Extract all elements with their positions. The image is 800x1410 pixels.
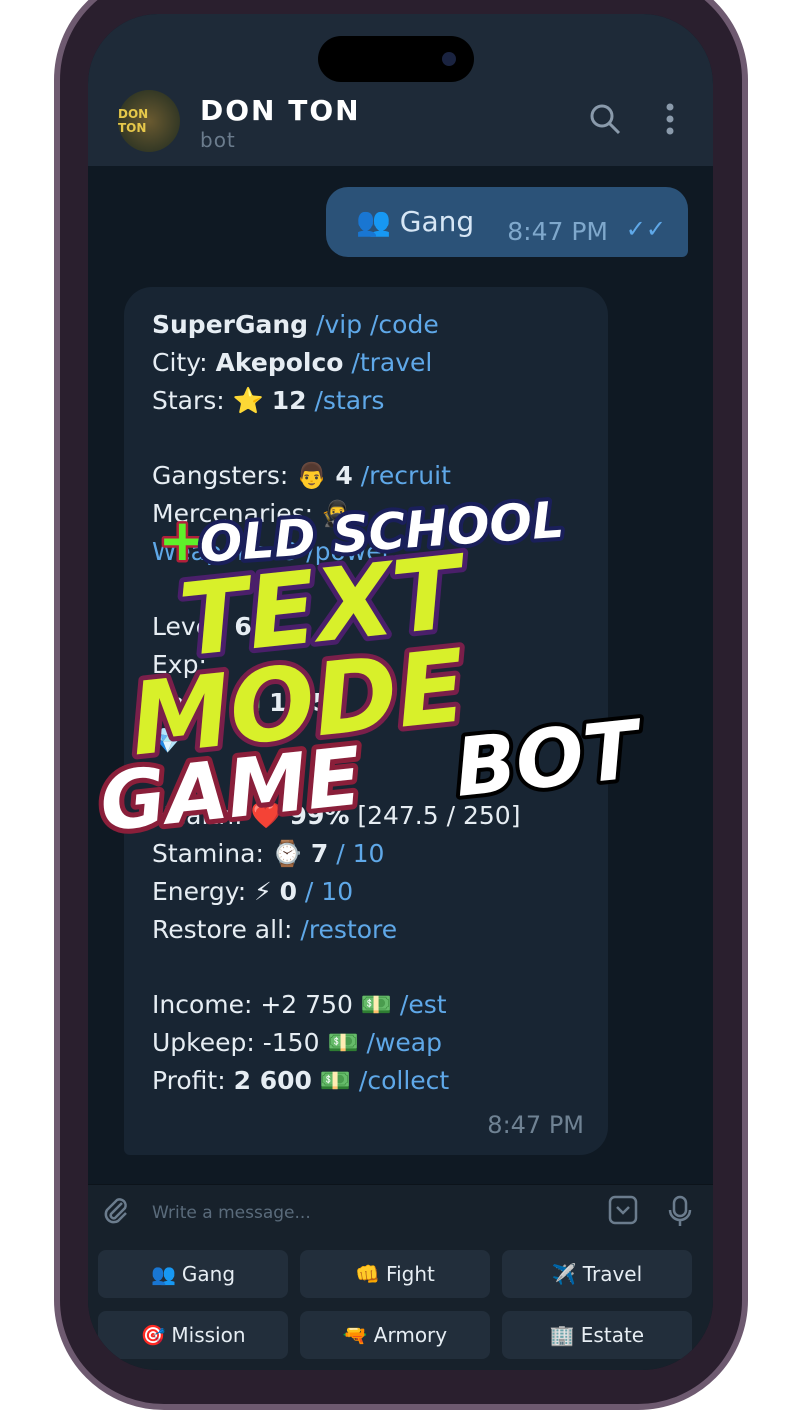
message-line: Mercenaries: 🥷 xyxy=(152,495,580,533)
microphone-icon[interactable] xyxy=(668,1195,692,1234)
message-line: City: Akepolco /travel xyxy=(152,344,580,382)
bot-keyboard-icon[interactable] xyxy=(608,1195,638,1232)
line-text: 0 xyxy=(279,876,297,906)
button-label: Travel xyxy=(582,1262,643,1286)
keyboard-button-gang[interactable]: 👥 Gang xyxy=(98,1250,288,1298)
message-time: 8:47 PM xyxy=(487,1111,584,1140)
line-text: 99% xyxy=(289,801,350,831)
gang-emoji: 👥 xyxy=(356,205,391,238)
keyboard-button-mission[interactable]: 🎯 Mission xyxy=(98,1311,288,1359)
outgoing-message[interactable]: 👥 Gang 8:47 PM ✓✓ xyxy=(326,187,688,257)
message-line: Stars: ⭐ 12 /stars xyxy=(152,382,580,420)
line-text: Stamina: ⌚ xyxy=(152,839,311,869)
more-vertical-icon[interactable] xyxy=(664,102,676,144)
line-text: Profit: xyxy=(152,1065,234,1095)
command-link[interactable]: /weap xyxy=(367,1028,442,1057)
line-text: Weapons: 3 /power xyxy=(152,536,392,566)
message-line: Weapons: 3 /power xyxy=(152,533,580,571)
message-line: Cash: 💵 13 5 xyxy=(152,684,580,722)
travel-emoji-icon: ✈️ xyxy=(551,1262,577,1286)
message-line: Exp: xyxy=(152,646,580,684)
chat-screen: DON TON DON TON bot 👥 Gang 8:47 PM ✓✓ Su… xyxy=(88,14,713,1370)
message-line: Upkeep: -150 💵 /weap xyxy=(152,1024,580,1062)
button-label: Estate xyxy=(580,1323,645,1347)
keyboard-button-armory[interactable]: 🔫 Armory xyxy=(300,1311,490,1359)
line-text: Cash: 💵 xyxy=(152,687,270,717)
line-text: 2 600 xyxy=(233,1065,312,1095)
line-text: Energy: ⚡ xyxy=(152,876,280,906)
keyboard-button-estate[interactable]: 🏢 Estate xyxy=(502,1311,692,1359)
message-line: Level: 6 xyxy=(152,608,580,646)
message-line: Gangsters: 👨 4 /recruit xyxy=(152,457,580,495)
message-line xyxy=(152,419,580,457)
command-link[interactable]: /travel xyxy=(343,348,432,377)
line-text: 12 xyxy=(271,385,307,415)
button-label: Armory xyxy=(373,1323,448,1347)
command-link[interactable]: /restore xyxy=(300,915,397,944)
bot-keyboard: 👥 Gang 👊 Fight ✈️ Travel 🎯 Mission 🔫 Armory 🏢 Estat… xyxy=(88,1240,713,1370)
line-text: Level: xyxy=(152,612,235,642)
button-label: Mission xyxy=(171,1323,246,1347)
incoming-message[interactable]: SuperGang /vip /code City: Akepolco /trav… xyxy=(124,287,608,1155)
fight-emoji-icon: 👊 xyxy=(355,1262,381,1286)
line-text: SuperGang xyxy=(152,310,309,339)
message-line xyxy=(152,949,580,987)
line-text: City: xyxy=(152,347,216,377)
command-link[interactable]: / 10 xyxy=(328,839,384,868)
message-line: Health: ❤️ 99% [247.5 / 250] xyxy=(152,797,580,835)
dynamic-island xyxy=(318,36,474,82)
line-text: Income: +2 750 💵 xyxy=(152,990,400,1020)
chat-header: DON TON DON TON bot xyxy=(88,14,713,166)
line-text: Akepolco xyxy=(215,347,344,377)
message-time: 8:47 PM xyxy=(507,217,608,246)
line-text: 6 xyxy=(234,612,252,642)
message-line xyxy=(152,760,580,798)
line-text: Health: ❤️ xyxy=(152,801,290,831)
line-text: 7 xyxy=(310,839,329,869)
message-line: SuperGang /vip /code xyxy=(152,306,580,344)
avatar[interactable]: DON TON xyxy=(118,90,180,152)
line-text: Stars: ⭐ xyxy=(152,385,272,415)
search-icon[interactable] xyxy=(588,102,622,144)
button-label: Gang xyxy=(181,1262,236,1286)
mission-emoji-icon: 🎯 xyxy=(140,1323,166,1347)
double-check-icon: ✓✓ xyxy=(625,215,666,243)
message-line: Stamina: ⌚ 7 / 10 xyxy=(152,835,580,873)
chat-title: DON TON xyxy=(200,94,361,127)
line-text: 13 5 xyxy=(269,687,330,717)
command-link[interactable]: /est xyxy=(400,990,447,1019)
command-link[interactable]: /stars xyxy=(307,386,384,415)
message-line xyxy=(152,571,580,609)
line-text: 💎 xyxy=(152,725,184,755)
command-link[interactable]: /recruit xyxy=(353,461,451,490)
message-input-bar: Write a message... xyxy=(88,1184,713,1240)
line-text: Upkeep: -150 💵 xyxy=(152,1028,367,1058)
line-text: 4 xyxy=(335,461,353,491)
line-text: Exp: xyxy=(152,650,207,680)
message-line: Income: +2 750 💵 /est xyxy=(152,986,580,1024)
message-line: Profit: 2 600 💵 /collect xyxy=(152,1062,580,1100)
camera-icon xyxy=(442,52,456,66)
message-text: Gang xyxy=(399,205,475,238)
command-link[interactable]: /vip /code xyxy=(308,310,439,339)
line-text: Gangsters: 👨 xyxy=(152,461,336,491)
line-text: Mercenaries: 🥷 xyxy=(152,498,353,528)
message-line: 💎 xyxy=(152,722,580,760)
gang-emoji-icon: 👥 xyxy=(150,1262,176,1286)
message-line: Energy: ⚡ 0 / 10 xyxy=(152,873,580,911)
chat-subtitle: bot xyxy=(200,128,236,152)
line-text: 💵 /collect xyxy=(311,1065,450,1095)
line-text: Restore all: xyxy=(152,914,301,944)
message-line: Restore all: /restore xyxy=(152,911,580,949)
estate-emoji-icon: 🏢 xyxy=(549,1323,575,1347)
line-text: [247.5 / 250] xyxy=(349,801,521,831)
attach-icon[interactable] xyxy=(102,1195,130,1232)
keyboard-button-fight[interactable]: 👊 Fight xyxy=(300,1250,490,1298)
button-label: Fight xyxy=(386,1262,435,1286)
armory-emoji-icon: 🔫 xyxy=(342,1323,368,1347)
keyboard-button-travel[interactable]: ✈️ Travel xyxy=(502,1250,692,1298)
message-input[interactable]: Write a message... xyxy=(152,1203,311,1223)
command-link[interactable]: / 10 xyxy=(297,877,353,906)
